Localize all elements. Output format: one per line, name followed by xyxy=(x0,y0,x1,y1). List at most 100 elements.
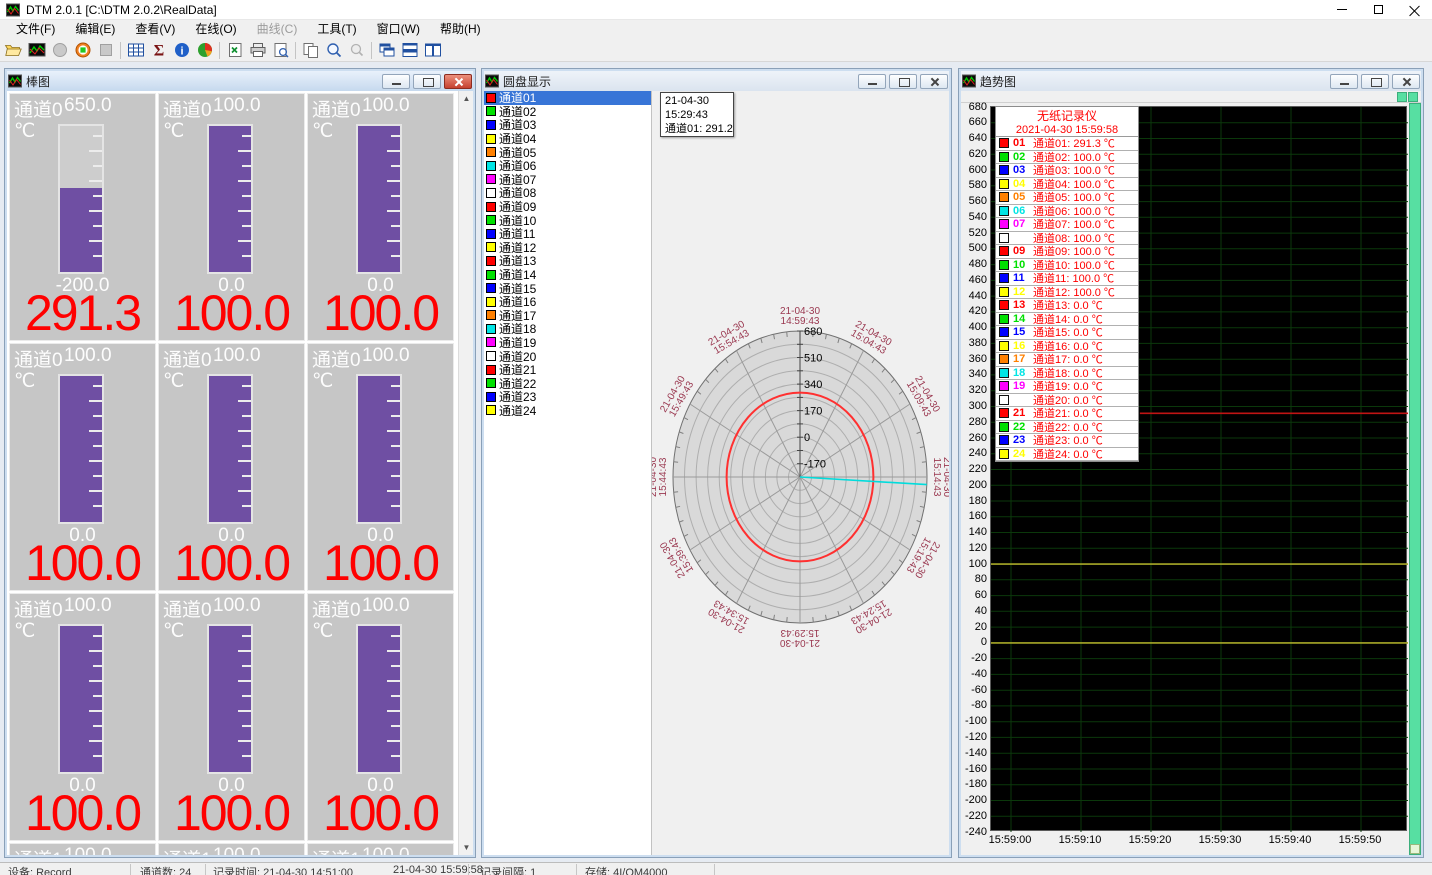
y-axis-tick-label: -20 xyxy=(961,652,987,664)
gauge-tick xyxy=(242,415,251,417)
close-button[interactable] xyxy=(1396,0,1432,19)
print-preview-button[interactable] xyxy=(269,40,292,61)
y-axis-tick-label: 260 xyxy=(961,432,987,444)
disk-window-titlebar[interactable]: 圆盘显示 xyxy=(484,71,949,91)
gauge-tick xyxy=(238,740,251,742)
export-button[interactable] xyxy=(223,40,246,61)
statusbar-separator xyxy=(205,864,206,875)
statistics-button[interactable]: Σ xyxy=(147,40,170,61)
zoom-in-button[interactable] xyxy=(322,40,345,61)
bar-restore-button[interactable] xyxy=(413,74,441,89)
printer-icon xyxy=(248,41,268,59)
minimize-button[interactable] xyxy=(1324,0,1360,19)
channel-color-swatch xyxy=(486,310,496,320)
pie-icon xyxy=(195,41,215,59)
trend-vertical-scrollbar[interactable] xyxy=(1409,103,1421,855)
scroll-up-icon[interactable]: ▲ xyxy=(459,91,473,106)
menu-item-edit[interactable]: 编辑(E) xyxy=(65,20,125,39)
hscroll-thumb[interactable] xyxy=(1397,92,1407,102)
menu-item-curve[interactable]: 曲线(C) xyxy=(247,20,308,39)
bar-gauge-cell: 通道09100.0℃0.0100.0 xyxy=(307,593,454,841)
channel-color-swatch xyxy=(486,120,496,130)
trend-minimize-button[interactable] xyxy=(1330,74,1358,89)
disk-minimize-button[interactable] xyxy=(858,74,886,89)
bar-window-titlebar[interactable]: 棒图 xyxy=(7,71,473,91)
hscroll-end-button[interactable] xyxy=(1408,92,1418,102)
status-bar: 设备: Record通道数: 24记录时间: 21-04-30 14:51:00… xyxy=(0,862,1432,875)
gauge-tick xyxy=(391,415,400,417)
scroll-down-icon[interactable]: ▼ xyxy=(459,840,473,855)
bar-close-button[interactable] xyxy=(444,74,472,89)
gauge-fill xyxy=(358,126,400,272)
gauge-channel-label: 通道06 xyxy=(312,345,360,372)
y-axis-tick-label: 120 xyxy=(961,542,987,554)
statusbar-separator xyxy=(714,864,715,875)
y-axis-tick-label: 80 xyxy=(961,573,987,585)
gauge-tick xyxy=(391,165,400,167)
legend-channel-number: 06 xyxy=(1013,205,1033,217)
print-button[interactable] xyxy=(246,40,269,61)
channel-list-item[interactable]: 通道24 xyxy=(484,404,651,418)
pie-chart-button[interactable] xyxy=(193,40,216,61)
gauge-tick xyxy=(387,490,400,492)
y-axis-tick-label: 480 xyxy=(961,258,987,270)
info-button[interactable]: i xyxy=(170,40,193,61)
y-axis-tick-label: 400 xyxy=(961,321,987,333)
svg-text:21-04-3015:29:43: 21-04-3015:29:43 xyxy=(780,627,820,648)
y-axis-tick-label: 540 xyxy=(961,211,987,223)
channel-color-swatch xyxy=(486,297,496,307)
vscroll-end-button[interactable] xyxy=(1410,844,1420,854)
bar-minimize-button[interactable] xyxy=(382,74,410,89)
gauge-max-label: 100.0 xyxy=(362,595,410,617)
y-axis-tick-label: 560 xyxy=(961,195,987,207)
realtime-data-button[interactable] xyxy=(25,40,48,61)
cascade-windows-button[interactable] xyxy=(375,40,398,61)
disk-close-button[interactable] xyxy=(920,74,948,89)
y-axis-tick-label: 200 xyxy=(961,479,987,491)
menu-item-file[interactable]: 文件(F) xyxy=(6,20,65,39)
record-button[interactable] xyxy=(71,40,94,61)
trend-close-button[interactable] xyxy=(1392,74,1420,89)
trend-window-titlebar[interactable]: 趋势图 xyxy=(961,71,1421,91)
legend-channel-number: 12 xyxy=(1013,286,1033,298)
trend-restore-button[interactable] xyxy=(1361,74,1389,89)
gauge-tick xyxy=(89,460,102,462)
bar-gauge-cell: 通道02100.0℃0.0100.0 xyxy=(158,93,305,341)
channel-color-swatch xyxy=(486,202,496,212)
record-gray-icon xyxy=(50,41,70,59)
y-axis-tick-label: 340 xyxy=(961,368,987,380)
bar-gauge-cell: 通道10100.0 xyxy=(9,843,156,855)
tile-horizontal-button[interactable] xyxy=(398,40,421,61)
tile-vertical-button[interactable] xyxy=(421,40,444,61)
legend-channel-number: 09 xyxy=(1013,245,1033,257)
gauge-track xyxy=(356,374,402,524)
maximize-button[interactable] xyxy=(1360,0,1396,19)
realtime-chart-icon xyxy=(27,41,47,59)
gauge-track xyxy=(58,624,104,774)
menu-item-view[interactable]: 查看(V) xyxy=(125,20,185,39)
channel-color-swatch xyxy=(486,405,496,415)
menu-item-help[interactable]: 帮助(H) xyxy=(430,20,491,39)
legend-color-swatch xyxy=(999,206,1009,216)
menu-item-window[interactable]: 窗口(W) xyxy=(367,20,430,39)
legend-channel-number: 02 xyxy=(1013,151,1033,163)
data-table-button[interactable] xyxy=(124,40,147,61)
disk-restore-button[interactable] xyxy=(889,74,917,89)
bar-vertical-scrollbar[interactable]: ▲ ▼ xyxy=(458,91,473,855)
svg-text:-170: -170 xyxy=(804,459,826,471)
window-controls xyxy=(1324,0,1432,19)
gauge-tick xyxy=(242,695,251,697)
trend-horizontal-scrollbar[interactable] xyxy=(961,91,1421,103)
copy-button[interactable] xyxy=(299,40,322,61)
y-axis-tick-label: 460 xyxy=(961,274,987,286)
gauge-track xyxy=(207,374,253,524)
status-item: 21-04-30 15:59:58 xyxy=(393,864,483,875)
gauge-tick xyxy=(387,650,400,652)
legend-color-swatch xyxy=(999,179,1009,189)
y-axis-tick-label: -40 xyxy=(961,668,987,680)
open-file-button[interactable] xyxy=(2,40,25,61)
menu-item-tools[interactable]: 工具(T) xyxy=(307,20,366,39)
disk-display-window: 圆盘显示 通道01通道02通道03通道04通道05通道06通道07通道08通道0… xyxy=(481,68,952,858)
menu-item-online[interactable]: 在线(O) xyxy=(185,20,246,39)
gauge-tick xyxy=(391,665,400,667)
